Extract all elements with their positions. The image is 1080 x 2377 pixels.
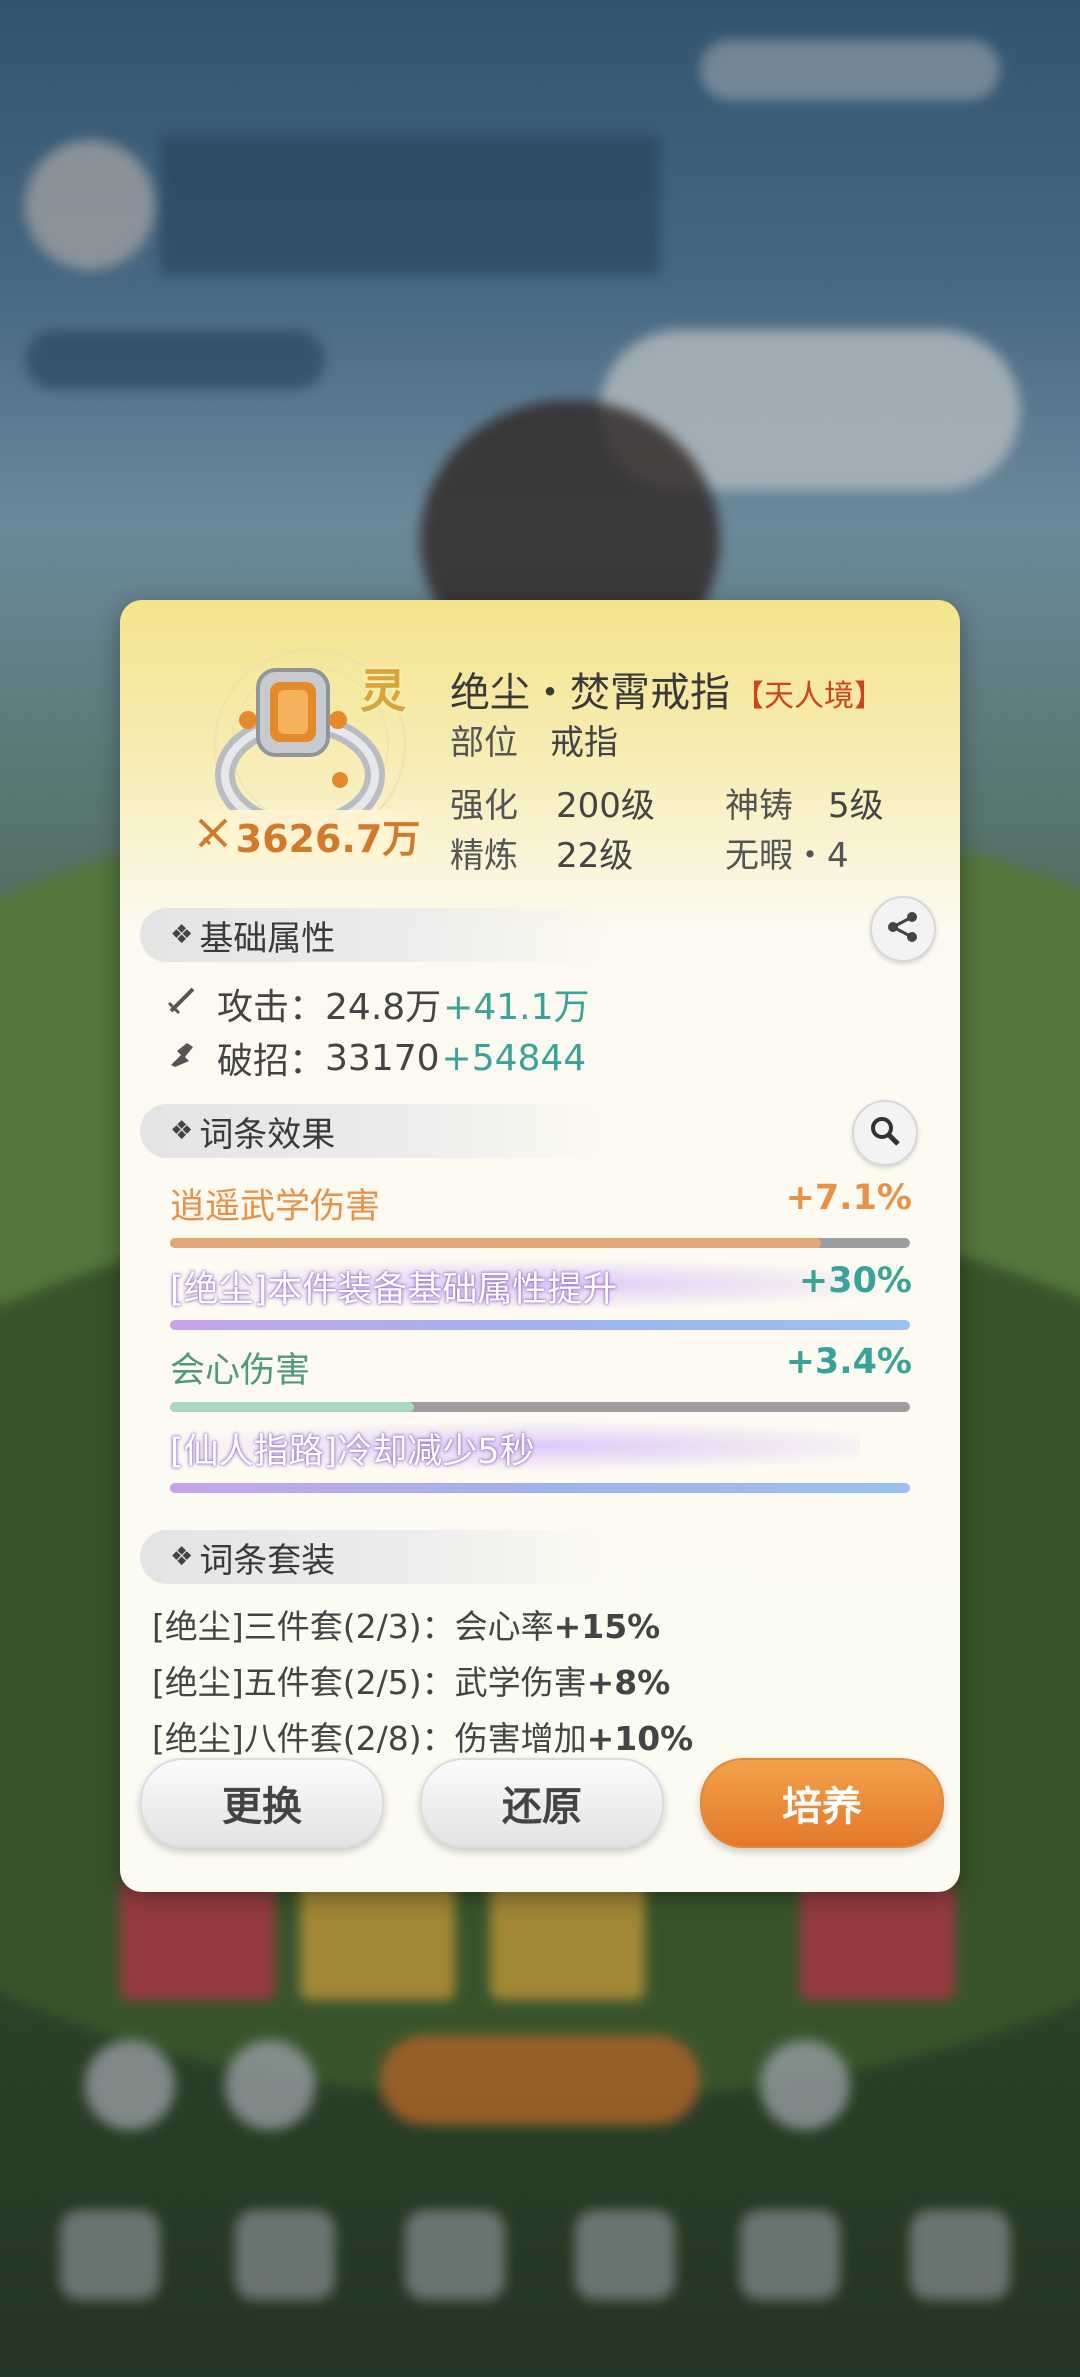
slot-value: 戒指 <box>550 723 618 763</box>
enhance-value: 200级 <box>556 786 655 826</box>
affix-progress-fill <box>170 1238 822 1248</box>
attack-row: 攻击： 24.8万 +41.1万 <box>165 978 590 1030</box>
affix-progress-bar <box>170 1238 910 1248</box>
search-icon <box>868 1114 902 1152</box>
break-icon <box>165 1037 205 1080</box>
affix-progress-bar <box>170 1402 910 1412</box>
set-row: [绝尘]五件套(2/5)：武学伤害+8% <box>152 1656 670 1704</box>
item-title: 绝尘・焚霄戒指 【天人境】 <box>450 660 884 718</box>
affix-progress-bar <box>170 1320 910 1330</box>
affix-title: 词条效果 <box>199 1114 336 1155</box>
affix-label: 会心伤害 <box>170 1351 311 1391</box>
share-icon <box>886 910 920 948</box>
affix-label: 逍遥武学伤害 <box>170 1187 381 1227</box>
sword-icon <box>165 983 205 1026</box>
set-name: [绝尘]五件套(2/5)： <box>152 1663 455 1702</box>
refine-value: 22级 <box>556 836 634 876</box>
affix-value: +3.4% <box>785 1342 912 1382</box>
affix-label: [绝尘]本件装备基础属性提升 <box>170 1270 618 1310</box>
affix-header: ❖ 词条效果 <box>140 1104 610 1158</box>
set-bonus: +15% <box>553 1607 661 1646</box>
affix-search-button[interactable] <box>852 1100 918 1166</box>
replace-button[interactable]: 更换 <box>140 1758 384 1848</box>
set-effect: 伤害增加 <box>454 1719 587 1758</box>
affix-label: [仙人指路]冷却减少5秒 <box>170 1432 535 1472</box>
set-row: [绝尘]八件套(2/8)：伤害增加+10% <box>152 1712 693 1760</box>
affix-value: +30% <box>798 1261 912 1301</box>
set-header: ❖ 词条套装 <box>140 1530 610 1584</box>
affix-value: +7.1% <box>785 1178 912 1218</box>
diamond-icon: ❖ <box>170 1542 194 1572</box>
flawless-level: 无暇・4 <box>725 836 849 876</box>
set-effect: 武学伤害 <box>454 1663 587 1702</box>
affix-progress-fill <box>170 1402 415 1412</box>
set-title: 词条套装 <box>199 1540 336 1581</box>
share-button[interactable] <box>870 896 936 962</box>
set-name: [绝尘]三件套(2/3)： <box>152 1607 455 1646</box>
spirit-badge: 灵 <box>360 664 406 718</box>
divine-label: 神铸 <box>725 786 793 826</box>
attack-label: 攻击： <box>217 987 326 1028</box>
cultivate-button[interactable]: 培养 <box>700 1758 944 1848</box>
combat-power: 3626.7万 <box>188 810 428 861</box>
enhance-label: 强化 <box>450 786 518 826</box>
item-tier: 【天人境】 <box>734 679 884 714</box>
base-attrs-title: 基础属性 <box>199 918 336 959</box>
set-row: [绝尘]三件套(2/3)：会心率+15% <box>152 1600 660 1648</box>
item-name: 绝尘・焚霄戒指 <box>450 670 730 716</box>
break-label: 破招： <box>217 1041 326 1082</box>
restore-button[interactable]: 还原 <box>420 1758 664 1848</box>
set-name: [绝尘]八件套(2/8)： <box>152 1719 455 1758</box>
diamond-icon: ❖ <box>170 920 194 950</box>
set-bonus: +8% <box>586 1663 671 1702</box>
slot-label: 部位 <box>450 723 518 763</box>
divine-value: 5级 <box>828 786 884 826</box>
attack-base: 24.8万 <box>325 987 442 1028</box>
break-bonus: +54844 <box>441 1037 587 1079</box>
swords-icon <box>196 816 230 854</box>
set-effect: 会心率 <box>454 1607 554 1646</box>
break-row: 破招： 33170 +54844 <box>165 1032 586 1084</box>
break-base: 33170 <box>325 1037 440 1079</box>
set-bonus: +10% <box>586 1719 694 1758</box>
combat-power-value: 3626.7万 <box>235 816 421 861</box>
base-attrs-header: ❖ 基础属性 <box>140 908 610 962</box>
attack-bonus: +41.1万 <box>443 987 590 1028</box>
diamond-icon: ❖ <box>170 1116 194 1146</box>
affix-progress-bar <box>170 1483 910 1493</box>
item-detail-panel: 灵 3626.7万 绝尘・焚霄戒指 【天人境】 部位 戒指 强化 200级 神铸… <box>120 600 960 1892</box>
refine-label: 精炼 <box>450 836 518 876</box>
